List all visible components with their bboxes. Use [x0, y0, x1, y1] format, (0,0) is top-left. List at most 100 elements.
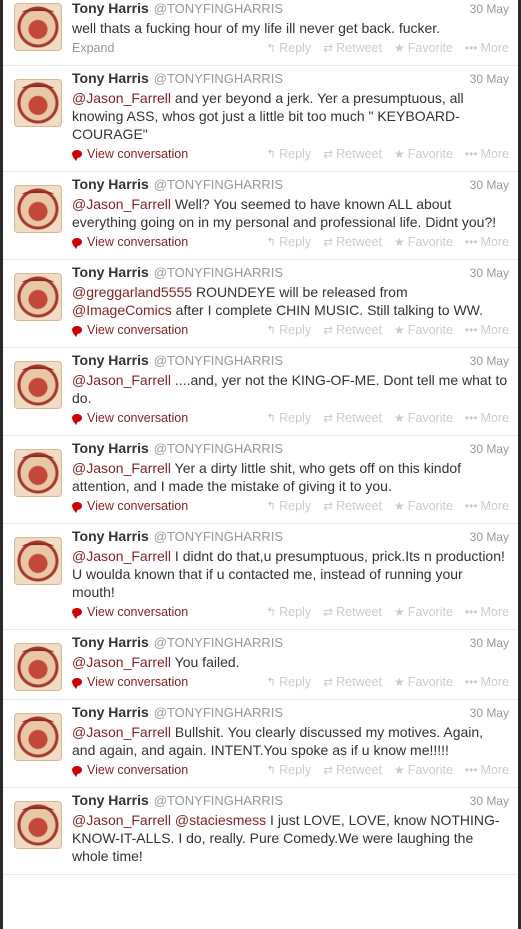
avatar[interactable]	[14, 713, 62, 761]
avatar[interactable]	[14, 449, 62, 497]
author-name[interactable]: Tony Harris	[72, 70, 149, 86]
avatar[interactable]	[14, 361, 62, 409]
favorite-button[interactable]: ★ Favorite	[394, 235, 453, 249]
mention-link[interactable]: @Jason_Farrell	[72, 654, 171, 670]
favorite-button[interactable]: ★ Favorite	[394, 411, 453, 425]
retweet-button[interactable]: ⇄ Retweet	[323, 763, 382, 777]
author-name[interactable]: Tony Harris	[72, 0, 149, 16]
view-conversation-link[interactable]: View conversation	[72, 499, 188, 513]
reply-button[interactable]: ↰ Reply	[266, 499, 311, 513]
author-name[interactable]: Tony Harris	[72, 634, 149, 650]
view-conversation-link[interactable]: View conversation	[72, 675, 188, 689]
avatar[interactable]	[14, 3, 62, 51]
author-handle[interactable]: @TONYFINGHARRIS	[154, 71, 283, 86]
retweet-button[interactable]: ⇄ Retweet	[323, 499, 382, 513]
author-name[interactable]: Tony Harris	[72, 176, 149, 192]
avatar[interactable]	[14, 79, 62, 127]
author-handle[interactable]: @TONYFINGHARRIS	[154, 705, 283, 720]
author-handle[interactable]: @TONYFINGHARRIS	[154, 529, 283, 544]
view-conversation-link[interactable]: View conversation	[72, 147, 188, 161]
avatar[interactable]	[14, 643, 62, 691]
mention-link[interactable]: @ImageComics	[72, 302, 172, 318]
avatar[interactable]	[14, 801, 62, 849]
retweet-button[interactable]: ⇄ Retweet	[323, 147, 382, 161]
tweet-timestamp[interactable]: 30 May	[470, 794, 509, 808]
retweet-button[interactable]: ⇄ Retweet	[323, 235, 382, 249]
reply-button[interactable]: ↰ Reply	[266, 675, 311, 689]
more-button[interactable]: ••• More	[465, 411, 509, 425]
tweet: Tony Harris @TONYFINGHARRIS 30 May @Jason_F…	[0, 700, 521, 788]
more-button[interactable]: ••• More	[465, 235, 509, 249]
author-name[interactable]: Tony Harris	[72, 440, 149, 456]
author-handle[interactable]: @TONYFINGHARRIS	[154, 793, 283, 808]
tweet-timestamp[interactable]: 30 May	[470, 442, 509, 456]
tweet-timestamp[interactable]: 30 May	[470, 178, 509, 192]
reply-button[interactable]: ↰ Reply	[266, 323, 311, 337]
more-button[interactable]: ••• More	[465, 147, 509, 161]
retweet-button[interactable]: ⇄ Retweet	[323, 605, 382, 619]
tweet-timestamp[interactable]: 30 May	[470, 706, 509, 720]
mention-link[interactable]: @Jason_Farrell	[72, 372, 171, 388]
author-handle[interactable]: @TONYFINGHARRIS	[154, 1, 283, 16]
reply-button[interactable]: ↰ Reply	[266, 411, 311, 425]
more-button[interactable]: ••• More	[465, 675, 509, 689]
mention-link[interactable]: @Jason_Farrell	[72, 548, 171, 564]
avatar[interactable]	[14, 185, 62, 233]
author-handle[interactable]: @TONYFINGHARRIS	[154, 353, 283, 368]
mention-link[interactable]: @Jason_Farrell	[72, 460, 171, 476]
favorite-button[interactable]: ★ Favorite	[394, 763, 453, 777]
avatar[interactable]	[14, 537, 62, 585]
tweet-timestamp[interactable]: 30 May	[470, 266, 509, 280]
more-button[interactable]: ••• More	[465, 499, 509, 513]
favorite-button[interactable]: ★ Favorite	[394, 323, 453, 337]
retweet-button[interactable]: ⇄ Retweet	[323, 411, 382, 425]
retweet-button[interactable]: ⇄ Retweet	[323, 323, 382, 337]
speech-bubble-icon	[72, 678, 82, 689]
view-conversation-link[interactable]: View conversation	[72, 411, 188, 425]
author-name[interactable]: Tony Harris	[72, 704, 149, 720]
author-name[interactable]: Tony Harris	[72, 528, 149, 544]
view-conversation-link[interactable]: View conversation	[72, 323, 188, 337]
avatar[interactable]	[14, 273, 62, 321]
favorite-button[interactable]: ★ Favorite	[394, 41, 453, 55]
favorite-button[interactable]: ★ Favorite	[394, 499, 453, 513]
mention-link[interactable]: @Jason_Farrell	[72, 196, 171, 212]
reply-button[interactable]: ↰ Reply	[266, 147, 311, 161]
author-handle[interactable]: @TONYFINGHARRIS	[154, 635, 283, 650]
mention-link[interactable]: @Jason_Farrell	[72, 724, 171, 740]
view-conversation-link[interactable]: View conversation	[72, 763, 188, 777]
reply-button[interactable]: ↰ Reply	[266, 763, 311, 777]
tweet-timestamp[interactable]: 30 May	[470, 354, 509, 368]
reply-button[interactable]: ↰ Reply	[266, 605, 311, 619]
reply-button[interactable]: ↰ Reply	[266, 41, 311, 55]
tweet-timestamp[interactable]: 30 May	[470, 72, 509, 86]
mention-link[interactable]: @staciesmess	[175, 812, 266, 828]
author-name[interactable]: Tony Harris	[72, 352, 149, 368]
author-handle[interactable]: @TONYFINGHARRIS	[154, 265, 283, 280]
retweet-button[interactable]: ⇄ Retweet	[323, 41, 382, 55]
reply-button[interactable]: ↰ Reply	[266, 235, 311, 249]
retweet-button[interactable]: ⇄ Retweet	[323, 675, 382, 689]
mention-link[interactable]: @Jason_Farrell	[72, 812, 171, 828]
view-conversation-link[interactable]: View conversation	[72, 235, 188, 249]
tweet-timestamp[interactable]: 30 May	[470, 636, 509, 650]
favorite-button[interactable]: ★ Favorite	[394, 675, 453, 689]
expand-link[interactable]: Expand	[72, 41, 114, 55]
favorite-button[interactable]: ★ Favorite	[394, 147, 453, 161]
view-conversation-label: View conversation	[87, 499, 189, 513]
author-name[interactable]: Tony Harris	[72, 792, 149, 808]
author-handle[interactable]: @TONYFINGHARRIS	[154, 441, 283, 456]
tweet-timestamp[interactable]: 30 May	[470, 2, 509, 16]
view-conversation-link[interactable]: View conversation	[72, 605, 188, 619]
more-button[interactable]: ••• More	[465, 763, 509, 777]
author-handle[interactable]: @TONYFINGHARRIS	[154, 177, 283, 192]
more-button[interactable]: ••• More	[465, 41, 509, 55]
mention-link[interactable]: @Jason_Farrell	[72, 90, 171, 106]
retweet-label: Retweet	[336, 323, 382, 337]
mention-link[interactable]: @greggarland5555	[72, 284, 192, 300]
more-button[interactable]: ••• More	[465, 605, 509, 619]
author-name[interactable]: Tony Harris	[72, 264, 149, 280]
tweet-timestamp[interactable]: 30 May	[470, 530, 509, 544]
favorite-button[interactable]: ★ Favorite	[394, 605, 453, 619]
more-button[interactable]: ••• More	[465, 323, 509, 337]
